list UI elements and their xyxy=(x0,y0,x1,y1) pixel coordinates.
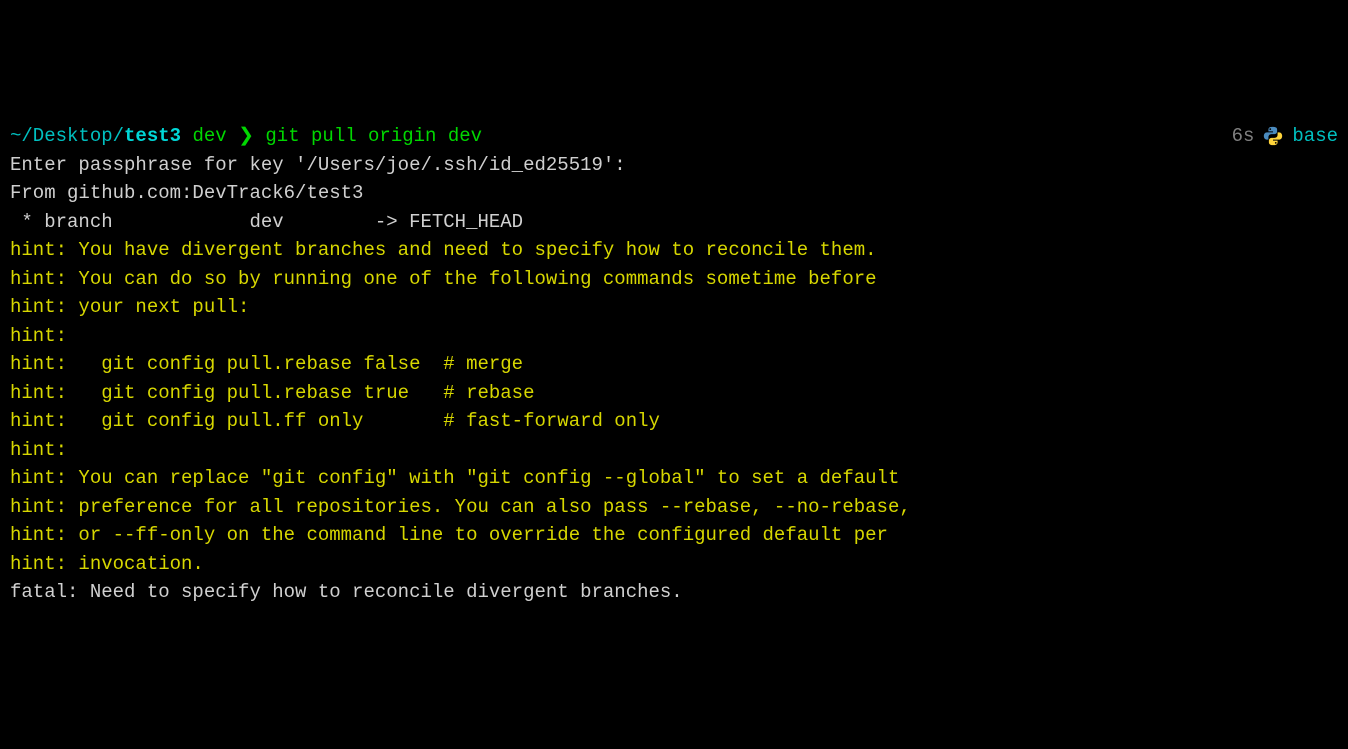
prompt-left: ~/Desktop/test3 dev ❯ git pull origin de… xyxy=(10,122,482,151)
output-from: From github.com:DevTrack6/test3 xyxy=(10,179,1338,208)
python-snake-icon xyxy=(1262,125,1284,147)
prompt-separator: ❯ xyxy=(238,125,254,147)
fatal-line: fatal: Need to specify how to reconcile … xyxy=(10,578,1338,607)
hint-line: hint: your next pull: xyxy=(10,293,1338,322)
prompt-dir: test3 xyxy=(124,125,181,147)
prompt-line[interactable]: ~/Desktop/test3 dev ❯ git pull origin de… xyxy=(10,122,1338,151)
hint-line: hint: You have divergent branches and ne… xyxy=(10,236,1338,265)
prompt-command: git pull origin dev xyxy=(265,125,482,147)
hint-line: hint: You can replace "git config" with … xyxy=(10,464,1338,493)
hint-line: hint: git config pull.rebase false # mer… xyxy=(10,350,1338,379)
hint-line: hint: invocation. xyxy=(10,550,1338,579)
hint-line: hint: git config pull.ff only # fast-for… xyxy=(10,407,1338,436)
prompt-right: 6s base xyxy=(1232,122,1338,151)
conda-env: base xyxy=(1292,122,1338,151)
hint-line: hint: preference for all repositories. Y… xyxy=(10,493,1338,522)
output-passphrase: Enter passphrase for key '/Users/joe/.ss… xyxy=(10,151,1338,180)
output-branch-fetch: * branch dev -> FETCH_HEAD xyxy=(10,208,1338,237)
hint-line: hint: xyxy=(10,322,1338,351)
elapsed-time: 6s xyxy=(1232,122,1255,151)
hint-line: hint: xyxy=(10,436,1338,465)
hint-line: hint: or --ff-only on the command line t… xyxy=(10,521,1338,550)
hint-line: hint: git config pull.rebase true # reba… xyxy=(10,379,1338,408)
prompt-path-prefix: ~/Desktop/ xyxy=(10,125,124,147)
prompt-branch: dev xyxy=(192,125,226,147)
hint-line: hint: You can do so by running one of th… xyxy=(10,265,1338,294)
